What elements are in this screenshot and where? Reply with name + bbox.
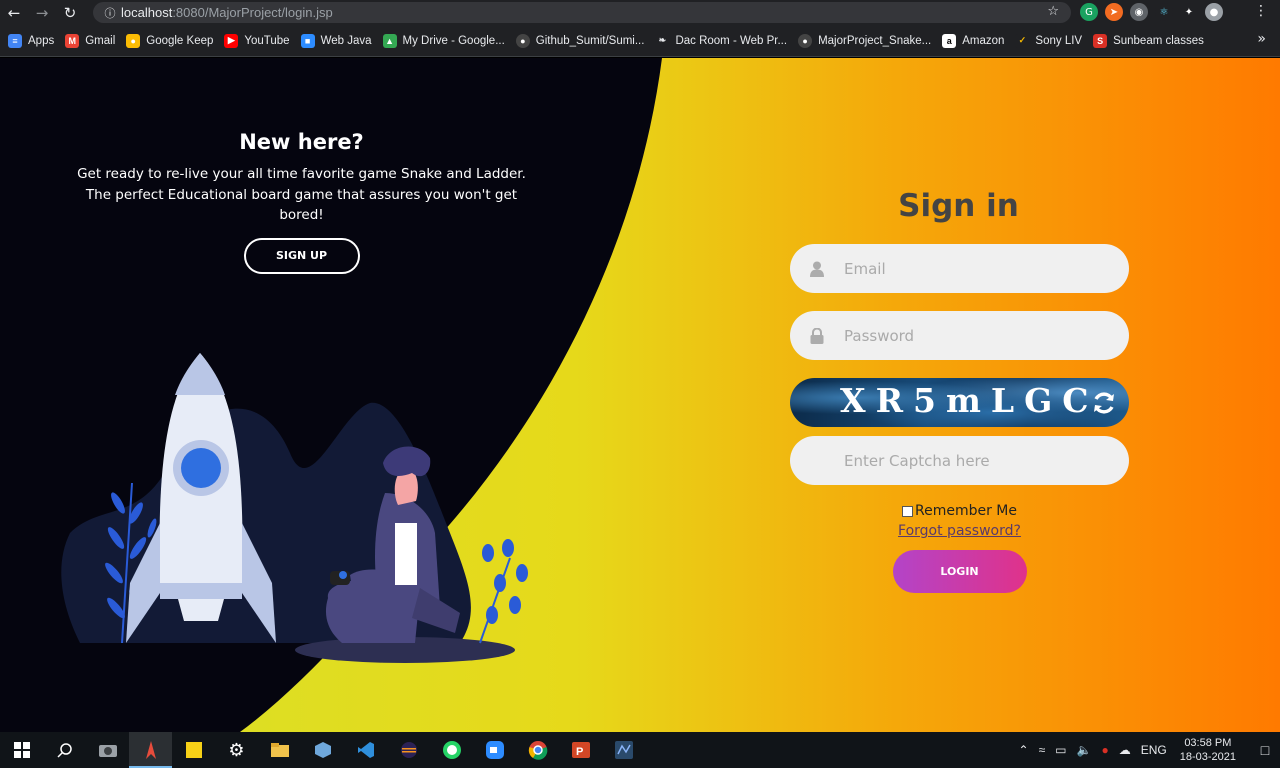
remember-me-label: Remember Me <box>915 503 1017 519</box>
checkmark-icon: ✓ <box>1015 33 1030 48</box>
camera-extension-icon[interactable]: ◉ <box>1130 3 1148 21</box>
login-page: New here? Get ready to re-live your all … <box>0 58 1280 732</box>
battery-icon[interactable]: ▭ <box>1055 743 1066 757</box>
rocket-gamer-illustration <box>61 353 528 663</box>
forward-icon[interactable]: → <box>28 0 56 25</box>
show-hidden-icons-chevron-icon[interactable]: ⌃ <box>1019 743 1029 757</box>
youtube-icon: ▶ <box>224 33 239 48</box>
leaf-icon: ❧ <box>655 33 670 48</box>
url-text: localhost:8080/MajorProject/login.jsp <box>121 5 333 20</box>
language-indicator[interactable]: ENG <box>1141 743 1167 757</box>
browser-toolbar: ← → ↻ ⓘ localhost:8080/MajorProject/logi… <box>0 0 1280 25</box>
amazon-icon: a <box>942 33 957 48</box>
bookmark-youtube[interactable]: ▶ YouTube <box>224 33 290 48</box>
password-field[interactable]: Password <box>790 311 1129 360</box>
keep-icon: ● <box>126 33 141 48</box>
bookmark-amazon[interactable]: a Amazon <box>942 33 1004 48</box>
windows-start-icon[interactable] <box>0 732 43 768</box>
github-icon: ● <box>798 33 813 48</box>
search-icon[interactable] <box>43 732 86 768</box>
apps-grid-icon: ≡ <box>8 33 22 48</box>
new-here-panel: New here? Get ready to re-live your all … <box>70 130 533 274</box>
captcha-image: XR5mLGC <box>790 378 1129 427</box>
captcha-placeholder: Enter Captcha here <box>844 451 990 470</box>
eclipse-icon[interactable] <box>387 732 430 768</box>
svg-text:P: P <box>576 746 583 758</box>
extensions-puzzle-icon[interactable]: ✦ <box>1180 3 1198 21</box>
reload-icon[interactable]: ↻ <box>56 0 84 25</box>
sign-in-title: Sign in <box>898 188 1019 224</box>
compass-extension-icon[interactable]: ➤ <box>1105 3 1123 21</box>
captcha-text: XR5mLGC <box>840 381 1099 420</box>
camera-app-icon[interactable] <box>86 732 129 768</box>
chrome-icon[interactable] <box>516 732 559 768</box>
sunbeam-icon: S <box>1093 33 1108 48</box>
drive-icon: ▲ <box>382 33 397 48</box>
login-button[interactable]: LOGIN <box>892 550 1027 593</box>
bookmark-sunbeam[interactable]: S Sunbeam classes <box>1093 33 1204 48</box>
lock-icon <box>790 327 844 344</box>
email-field[interactable]: Email <box>790 244 1129 293</box>
clock[interactable]: 03:58 PM 18-03-2021 <box>1180 736 1236 764</box>
bookmark-my-drive[interactable]: ▲ My Drive - Google... <box>382 33 505 48</box>
refresh-captcha-icon[interactable] <box>1091 390 1117 416</box>
info-icon[interactable]: ⓘ <box>99 5 121 21</box>
profile-avatar-icon[interactable]: ● <box>1205 3 1223 21</box>
bookmark-github[interactable]: ● Github_Sumit/Sumi... <box>515 33 644 48</box>
vscode-icon[interactable] <box>344 732 387 768</box>
menu-dots-icon[interactable]: ⋮ <box>1254 3 1268 19</box>
sticky-notes-icon[interactable] <box>172 732 215 768</box>
new-here-title: New here? <box>239 130 364 154</box>
zoom-icon: ■ <box>300 33 315 48</box>
volume-icon[interactable]: 🔈 <box>1077 743 1092 757</box>
sign-up-button[interactable]: SIGN UP <box>243 237 360 274</box>
password-placeholder: Password <box>844 326 915 345</box>
bookmark-sony-liv[interactable]: ✓ Sony LIV <box>1015 33 1082 48</box>
system-tray: ⌃ ≈ ▭ 🔈 ● ☁ ENG 03:58 PM 18-03-2021 □ <box>1014 732 1280 768</box>
clock-date: 18-03-2021 <box>1179 751 1236 763</box>
more-bookmarks-icon[interactable]: » <box>1257 31 1266 47</box>
powerpoint-icon[interactable]: P <box>559 732 602 768</box>
user-icon <box>790 261 844 277</box>
captcha-input[interactable]: Enter Captcha here <box>790 436 1129 485</box>
bookmarks-bar: ≡ Apps M Gmail ● Google Keep ▶ YouTube ■ Web … <box>0 25 1280 57</box>
snipping-tool-icon[interactable] <box>129 732 172 768</box>
react-extension-icon[interactable]: ⚛ <box>1155 3 1173 21</box>
bookmark-star-icon[interactable]: ☆ <box>1047 4 1059 19</box>
clock-time: 03:58 PM <box>1184 737 1232 749</box>
remember-me[interactable]: Remember Me <box>790 503 1129 519</box>
bookmark-web-java[interactable]: ■ Web Java <box>300 33 372 48</box>
3d-viewer-icon[interactable] <box>301 732 344 768</box>
new-here-text: Get ready to re-live your all time favor… <box>77 166 526 223</box>
sign-in-form: Sign in Email Password XR5mLGC Enter Cap… <box>790 188 1129 593</box>
address-bar[interactable]: ⓘ localhost:8080/MajorProject/login.jsp … <box>93 2 1071 23</box>
bookmark-dac-room[interactable]: ❧ Dac Room - Web Pr... <box>655 33 787 48</box>
forgot-password-link[interactable]: Forgot password? <box>790 523 1129 539</box>
bookmark-majorproject[interactable]: ● MajorProject_Snake... <box>798 33 931 48</box>
zoom-app-icon[interactable] <box>473 732 516 768</box>
settings-gear-icon[interactable]: ⚙ <box>215 732 258 768</box>
remember-me-checkbox[interactable] <box>902 505 913 517</box>
antivirus-icon[interactable]: ● <box>1101 743 1108 757</box>
back-icon[interactable]: ← <box>0 0 28 25</box>
bookmark-apps[interactable]: ≡ Apps <box>8 33 54 48</box>
notifications-icon[interactable]: □ <box>1250 742 1280 758</box>
bookmark-gmail[interactable]: M Gmail <box>65 33 115 48</box>
grammarly-extension-icon[interactable]: G <box>1080 3 1098 21</box>
bookmark-google-keep[interactable]: ● Google Keep <box>126 33 213 48</box>
wifi-icon[interactable]: ≈ <box>1039 743 1046 757</box>
onedrive-cloud-icon[interactable]: ☁ <box>1119 743 1131 757</box>
file-explorer-icon[interactable] <box>258 732 301 768</box>
email-placeholder: Email <box>844 259 886 278</box>
whatsapp-icon[interactable] <box>430 732 473 768</box>
windows-taskbar: ⚙ P ⌃ ≈ ▭ 🔈 ● ☁ ENG 03:58 PM 18-03-2021 … <box>0 732 1280 768</box>
gmail-icon: M <box>65 33 80 48</box>
github-icon: ● <box>515 33 530 48</box>
mysql-workbench-icon[interactable] <box>602 732 645 768</box>
